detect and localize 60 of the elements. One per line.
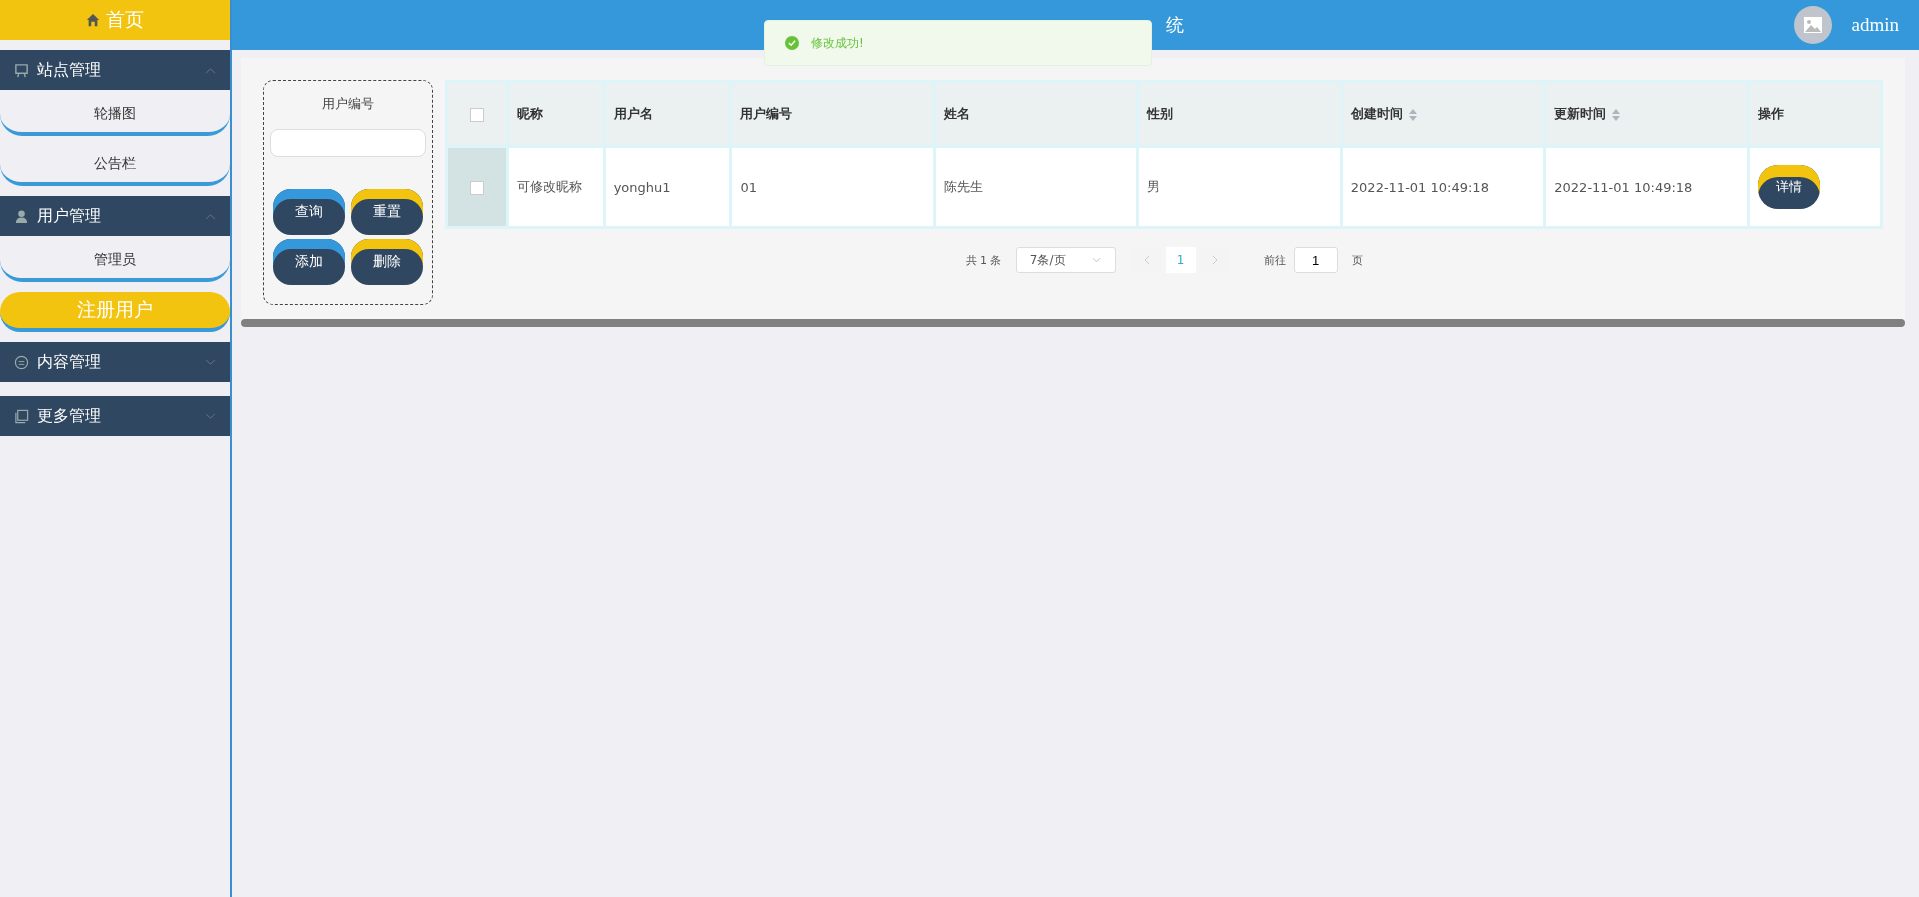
- action-button[interactable]: 添加: [273, 239, 345, 285]
- check-icon: [785, 36, 799, 50]
- table-cell: yonghu1: [613, 179, 671, 195]
- detail-button[interactable]: 详情: [1757, 165, 1820, 209]
- row-checkbox[interactable]: [469, 180, 484, 195]
- table-cell: 01: [740, 179, 757, 195]
- table-cell: 2022-11-01 10:49:18: [1350, 179, 1489, 195]
- select-all-checkbox[interactable]: [469, 107, 484, 122]
- page-size-select[interactable]: 7条/页: [1015, 247, 1116, 273]
- menu-item[interactable]: 管理员: [0, 242, 230, 282]
- home-label: 首页: [106, 7, 144, 32]
- total-count: 共 1 条: [965, 252, 1002, 268]
- column-header: 姓名: [943, 106, 970, 121]
- app-title: 统: [1166, 13, 1185, 37]
- page-suffix: 页: [1351, 252, 1363, 268]
- menu-group-label: 用户管理: [37, 205, 102, 227]
- column-header: 昵称: [516, 106, 543, 121]
- user-number-field[interactable]: [270, 129, 426, 157]
- chevron-left-icon: [1143, 255, 1150, 265]
- table-cell: 陈先生: [943, 179, 983, 194]
- goto-page-field[interactable]: 1: [1293, 247, 1338, 273]
- column-header: 更新时间: [1554, 106, 1607, 121]
- chevron-down-icon: [205, 358, 216, 366]
- avatar-image-icon[interactable]: [1793, 6, 1832, 44]
- menu-group-header[interactable]: 站点管理: [0, 50, 230, 90]
- menu-item[interactable]: 轮播图: [0, 96, 230, 136]
- menu-group-header[interactable]: 内容管理: [0, 342, 230, 382]
- column-header: 创建时间: [1350, 106, 1403, 121]
- horizontal-scrollbar[interactable]: [241, 319, 1905, 327]
- action-button[interactable]: 重置: [351, 189, 423, 235]
- menu-group-label: 更多管理: [37, 405, 102, 427]
- chevron-right-icon: [1211, 255, 1218, 265]
- table-cell: 可修改昵称: [516, 179, 582, 194]
- menu-group-header[interactable]: 用户管理: [0, 196, 230, 236]
- user-icon: [14, 208, 29, 224]
- caret-down-icon: [1092, 257, 1102, 263]
- action-button[interactable]: 查询: [273, 189, 345, 235]
- column-header: 用户名: [613, 106, 653, 121]
- column-header: 用户编号: [740, 106, 793, 121]
- menu-group-header[interactable]: 更多管理: [0, 396, 230, 436]
- chat-icon: [14, 354, 29, 370]
- field-label: 用户编号: [322, 95, 374, 113]
- board-icon: [14, 62, 29, 78]
- sort-icon[interactable]: [1408, 108, 1417, 121]
- menu-group-label: 内容管理: [37, 351, 102, 373]
- sort-icon[interactable]: [1612, 108, 1621, 121]
- chevron-down-icon: [205, 412, 216, 420]
- goto-label: 前往: [1263, 252, 1286, 268]
- table-cell: 2022-11-01 10:49:18: [1554, 179, 1693, 195]
- table-cell: 男: [1147, 179, 1161, 194]
- column-header: 性别: [1147, 106, 1174, 121]
- menu-group-label: 站点管理: [37, 59, 102, 81]
- home-icon: [86, 13, 100, 27]
- chevron-up-icon: [205, 212, 216, 220]
- action-button[interactable]: 删除: [351, 239, 423, 285]
- toast-message: 修改成功!: [811, 34, 864, 52]
- copy-icon: [14, 408, 29, 424]
- menu-item[interactable]: 公告栏: [0, 146, 230, 186]
- chevron-up-icon: [205, 66, 216, 74]
- column-header: 操作: [1757, 106, 1784, 121]
